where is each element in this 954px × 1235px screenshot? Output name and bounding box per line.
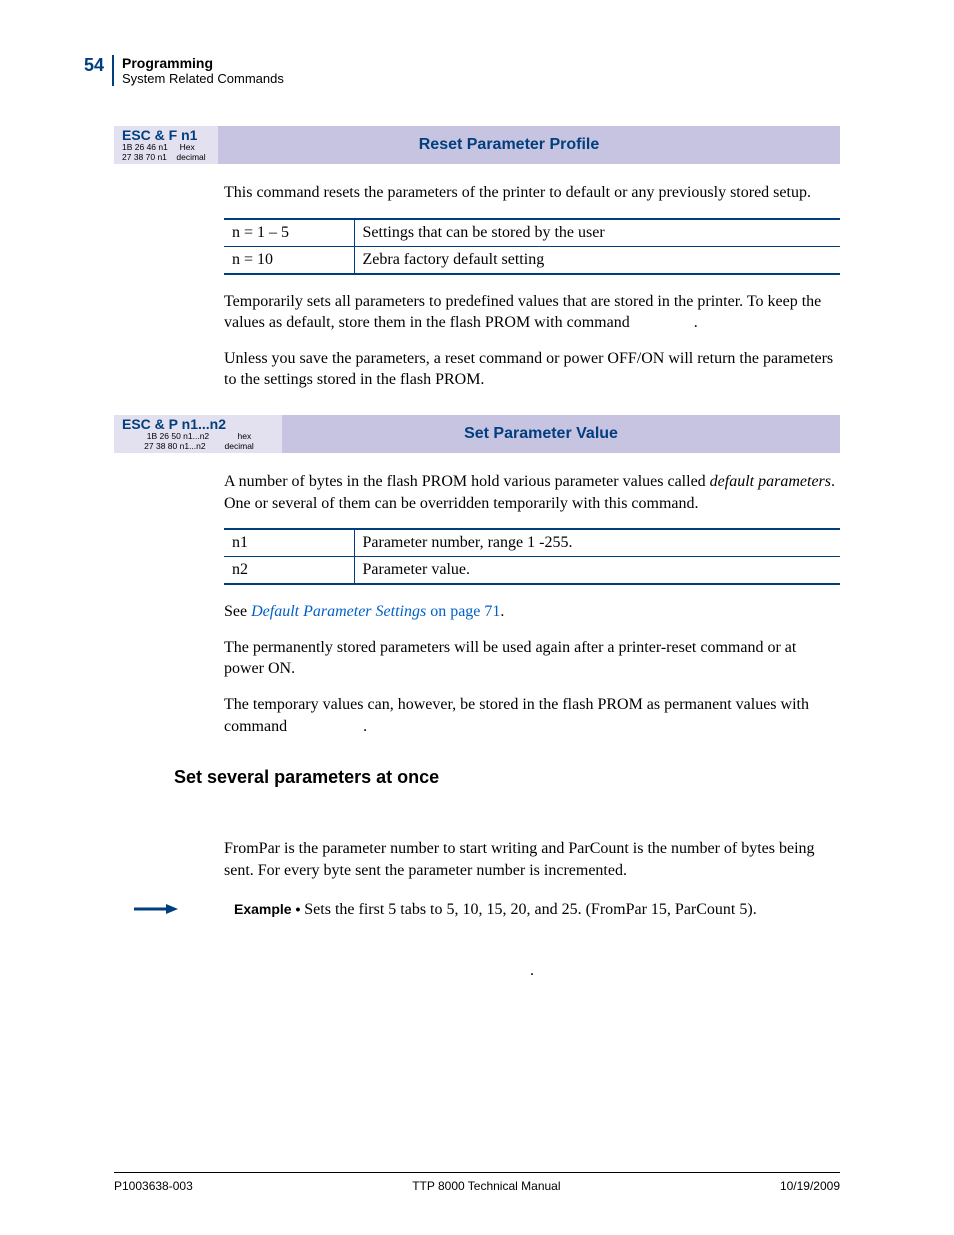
- section-heading: Set several parameters at once: [174, 767, 840, 788]
- body-text: Unless you save the parameters, a reset …: [224, 348, 840, 391]
- command-header-set: ESC & P n1...n2 1B 26 50 n1...n2 hex 27 …: [114, 415, 840, 453]
- table-row: n2 Parameter value.: [224, 557, 840, 585]
- dec-code: 27 38 70 n1: [122, 152, 167, 162]
- body-text: See Default Parameter Settings on page 7…: [224, 601, 840, 623]
- table-cell-value: Parameter value.: [354, 557, 840, 585]
- command-title: Set Parameter Value: [282, 425, 840, 443]
- parameter-table: n = 1 – 5 Settings that can be stored by…: [224, 218, 840, 275]
- body-text: .: [224, 962, 840, 980]
- header-title: Programming: [122, 55, 284, 71]
- dec-label: decimal: [176, 153, 205, 162]
- command-name: ESC & P n1...n2: [122, 417, 276, 432]
- dec-label: decimal: [225, 442, 254, 451]
- footer-right: 10/19/2009: [780, 1179, 840, 1193]
- table-row: n = 10 Zebra factory default setting: [224, 246, 840, 274]
- example-text: Sets the first 5 tabs to 5, 10, 15, 20, …: [304, 901, 756, 918]
- cross-reference-link[interactable]: Default Parameter Settings on page 71: [251, 603, 500, 620]
- page-footer: P1003638-003 TTP 8000 Technical Manual 1…: [114, 1172, 840, 1193]
- example-label: Example •: [234, 901, 304, 917]
- footer-left: P1003638-003: [114, 1179, 193, 1193]
- table-cell-value: Zebra factory default setting: [354, 246, 840, 274]
- table-cell-key: n = 10: [224, 246, 354, 274]
- parameter-table: n1 Parameter number, range 1 -255. n2 Pa…: [224, 528, 840, 585]
- dec-code: 27 38 80 n1...n2: [144, 441, 205, 451]
- table-cell-value: Parameter number, range 1 -255.: [354, 529, 840, 557]
- command-name: ESC & F n1: [122, 128, 212, 143]
- table-row: n1 Parameter number, range 1 -255.: [224, 529, 840, 557]
- example-block: Example • Sets the first 5 tabs to 5, 10…: [134, 899, 840, 921]
- table-cell-key: n2: [224, 557, 354, 585]
- header-subtitle: System Related Commands: [122, 71, 284, 86]
- footer-center: TTP 8000 Technical Manual: [412, 1179, 560, 1193]
- table-cell-key: n = 1 – 5: [224, 219, 354, 247]
- body-text: The permanently stored parameters will b…: [224, 637, 840, 680]
- body-text: Temporarily sets all parameters to prede…: [224, 291, 840, 334]
- body-text: The temporary values can, however, be st…: [224, 694, 840, 737]
- table-cell-value: Settings that can be stored by the user: [354, 219, 840, 247]
- table-cell-key: n1: [224, 529, 354, 557]
- page-number: 54: [70, 55, 104, 76]
- table-row: n = 1 – 5 Settings that can be stored by…: [224, 219, 840, 247]
- arrow-right-icon: [134, 899, 174, 915]
- command-title: Reset Parameter Profile: [218, 136, 840, 154]
- emphasis: default parameters: [710, 473, 831, 490]
- body-text: This command resets the parameters of th…: [224, 182, 840, 204]
- body-text: A number of bytes in the flash PROM hold…: [224, 471, 840, 514]
- command-header-reset: ESC & F n1 1B 26 46 n1 Hex 27 38 70 n1 d…: [114, 126, 840, 164]
- page-header: 54 Programming System Related Commands: [70, 55, 840, 86]
- body-text: FromPar is the parameter number to start…: [224, 838, 840, 881]
